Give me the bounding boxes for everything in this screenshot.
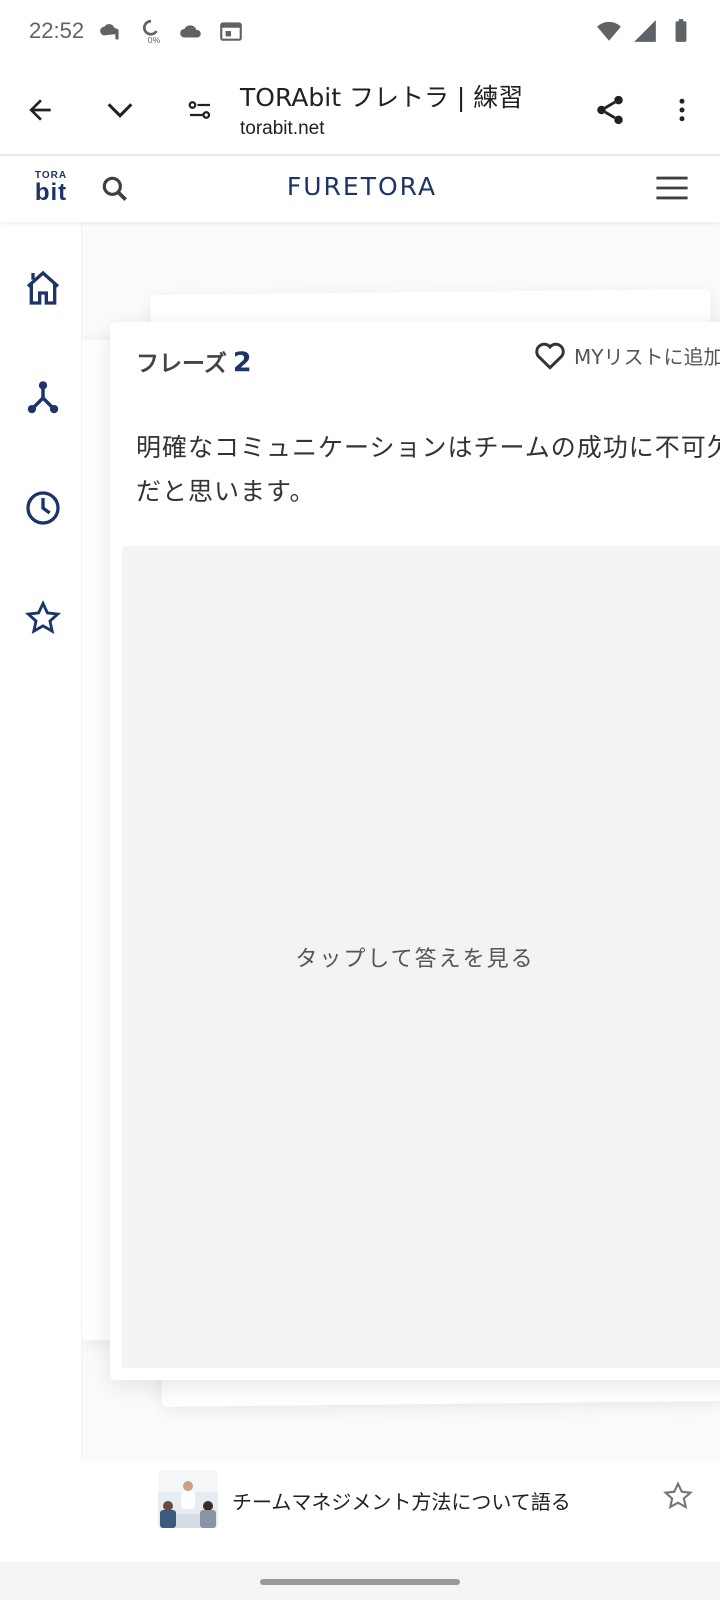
add-to-mylist-button[interactable]: MYリストに追加 xyxy=(534,340,720,370)
heart-icon xyxy=(535,342,565,370)
calendar-icon xyxy=(220,22,242,41)
related-title: チームマネジメント方法について語る xyxy=(232,1490,571,1514)
site-settings-icon xyxy=(188,101,211,119)
site-title[interactable]: FURETORA xyxy=(0,172,720,201)
browser-toolbar: TORAbit フレトラ | 練習 torabit.net xyxy=(0,64,720,156)
phrase-card: フレーズ 2 MYリストに追加 明確なコミュニケーションはチームの成功に不可欠だと… xyxy=(110,322,720,1380)
weather-alert-icon xyxy=(100,24,119,40)
status-time: 22:52 xyxy=(29,18,85,43)
site-header: TORA bit FURETORA xyxy=(0,156,720,222)
star-icon xyxy=(24,600,62,634)
data-saver-icon: 0% xyxy=(142,19,161,44)
answer-reveal-area[interactable]: タップして答えを見る xyxy=(122,546,720,1368)
share-button[interactable] xyxy=(582,82,638,138)
phrase-label: フレーズ 2 xyxy=(136,344,252,378)
status-bar: 22:52 0% xyxy=(0,0,720,64)
signal-icon xyxy=(634,20,656,42)
history-icon xyxy=(26,491,60,525)
back-button[interactable] xyxy=(12,82,68,138)
phrase-label-text: フレーズ xyxy=(136,351,227,377)
wifi-icon xyxy=(597,21,621,41)
site-menu-button[interactable] xyxy=(652,168,692,208)
tab-title[interactable]: TORAbit フレトラ | 練習 xyxy=(240,78,523,114)
gesture-navigation-area xyxy=(0,1560,720,1600)
share-icon xyxy=(597,95,623,125)
back-icon xyxy=(29,99,51,121)
phrase-text: 明確なコミュニケーションはチームの成功に不可欠だと思います。 xyxy=(136,433,720,506)
more-options-button[interactable] xyxy=(654,82,710,138)
left-rail xyxy=(0,222,82,1462)
status-icons-right xyxy=(596,18,694,44)
battery-icon xyxy=(675,19,687,42)
tab-dropdown-button[interactable] xyxy=(92,82,148,138)
rail-history[interactable] xyxy=(19,484,67,532)
answer-prompt: タップして答えを見る xyxy=(295,947,535,972)
hamburger-menu-icon xyxy=(656,176,688,200)
related-thumbnail xyxy=(158,1470,218,1528)
gesture-handle[interactable] xyxy=(260,1579,460,1585)
rail-hierarchy[interactable] xyxy=(19,374,67,422)
tab-url[interactable]: torabit.net xyxy=(240,118,325,140)
status-icons-left: 0% xyxy=(98,18,244,44)
site-settings-button[interactable] xyxy=(172,82,228,138)
related-favorite-button[interactable] xyxy=(660,1478,696,1514)
svg-text:0%: 0% xyxy=(148,35,161,44)
more-vert-icon xyxy=(679,98,685,122)
cloud-icon xyxy=(180,25,201,38)
phrase-number: 2 xyxy=(232,347,252,378)
rail-favorites[interactable] xyxy=(19,594,67,642)
star-outline-icon xyxy=(663,1481,693,1510)
mylist-label: MYリストに追加 xyxy=(574,344,720,369)
related-item[interactable]: チームマネジメント方法について語る xyxy=(0,1462,720,1562)
meeting-photo-image xyxy=(158,1470,218,1528)
chevron-down-icon xyxy=(107,103,133,118)
home-icon xyxy=(26,270,60,305)
hierarchy-icon xyxy=(27,381,59,414)
rail-home[interactable] xyxy=(19,264,67,312)
